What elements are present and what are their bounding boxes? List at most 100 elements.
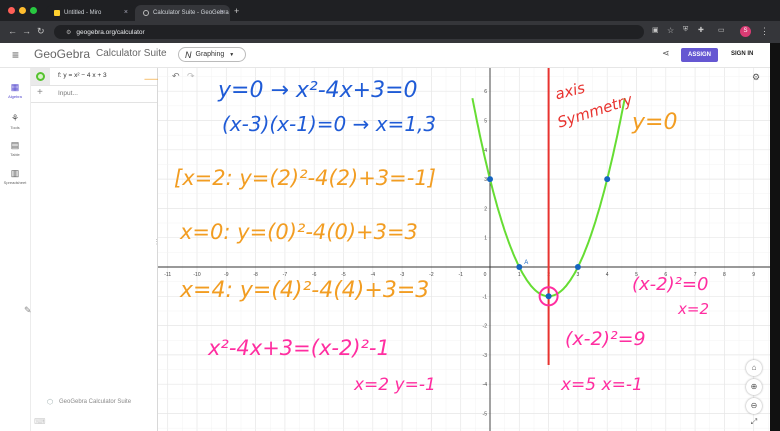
app-header: ≡ GeoGebra Calculator Suite N Graphing ▼… (0, 43, 770, 68)
note-pink-eq0: (x-2)²=0 (632, 274, 709, 295)
y-tick-label: -1 (483, 294, 488, 300)
tab-title: Calculator Suite - GeoGebra (153, 10, 229, 16)
geogebra-logo: GeoGebra (34, 47, 91, 61)
close-window-icon[interactable] (8, 7, 15, 14)
x-tick-label: 0 (484, 272, 487, 278)
note-pink-eq9: (x-2)²=9 (565, 328, 646, 350)
function-f[interactable]: f: y = x² − 4 x + 3 (58, 72, 107, 79)
x-tick-label: 1 (518, 272, 521, 278)
mode-selector[interactable]: N Graphing ▼ (178, 47, 246, 62)
hamburger-menu-icon[interactable]: ≡ (12, 48, 19, 62)
graphing-icon: N (185, 49, 192, 60)
y-tick-label: -5 (483, 412, 488, 418)
table-icon: ▤ (10, 140, 20, 150)
nav-algebra[interactable]: ▦ Algebra (0, 82, 30, 99)
tab-title: Untitled - Miro (64, 10, 102, 16)
nav-label: Algebra (8, 94, 22, 99)
close-tab-icon[interactable]: × (124, 9, 128, 16)
y-tick-label: 6 (484, 89, 487, 95)
nav-label: Spreadsheet (3, 180, 27, 185)
curve-point (574, 264, 581, 270)
nav-label: Tools (10, 125, 20, 130)
note-pink-solutions: x=5 x=-1 (561, 375, 643, 395)
curve-point (487, 176, 493, 183)
left-nav: ▦ Algebra ⚘ Tools ▤ Table ▥ Spreadsheet … (0, 68, 32, 431)
algebra-input[interactable]: Input... (58, 90, 78, 97)
chevron-down-icon: ▼ (229, 51, 235, 58)
share-icon[interactable]: ⋖ (662, 48, 670, 59)
calculator-icon: ▦ (10, 82, 20, 92)
y-tick-label: -2 (483, 324, 488, 330)
nav-label: Table (10, 152, 20, 157)
tab-geogebra[interactable]: Calculator Suite - GeoGebra × (135, 5, 230, 21)
keyboard-icon[interactable]: ⌨ (34, 417, 46, 426)
minimize-window-icon[interactable] (19, 7, 26, 14)
redo-icon[interactable]: ↷ (187, 71, 195, 82)
footer-text: GeoGebra Calculator Suite (59, 399, 132, 405)
app-name: Calculator Suite (96, 48, 167, 59)
tools-icon: ⚘ (10, 113, 20, 123)
x-tick-label: -2 (429, 272, 434, 278)
geogebra-app: ≡ GeoGebra Calculator Suite N Graphing ▼… (0, 43, 770, 431)
y-tick-label: -4 (483, 382, 488, 388)
note-pink-complete-square: x²-4x+3=(x-2)²-1 (208, 336, 390, 360)
add-icon[interactable]: + (37, 87, 43, 98)
profile-avatar[interactable]: S (740, 26, 751, 37)
y-tick-label: 5 (484, 119, 487, 125)
mode-label: Graphing (195, 51, 225, 58)
x-tick-label: 9 (752, 272, 755, 278)
y-tick-label: -3 (483, 353, 488, 359)
tab-miro[interactable]: Untitled - Miro × (46, 5, 134, 21)
geogebra-favicon-icon (143, 10, 149, 16)
miro-favicon-icon (54, 10, 60, 16)
visibility-toggle-icon[interactable] (36, 72, 45, 81)
curve-point (545, 293, 552, 300)
x-tick-label: 8 (723, 272, 726, 278)
spreadsheet-icon: ▥ (10, 168, 20, 178)
sidepanel-icon[interactable]: ▭ (718, 26, 725, 34)
algebra-panel: f: y = x² − 4 x + 3 ⸻ + Input... ⬡ GeoGe… (31, 68, 169, 431)
y-tick-label: 2 (484, 206, 487, 212)
point-label: A (524, 260, 528, 266)
page-scrollbar[interactable] (770, 43, 780, 431)
browser-menu-icon[interactable]: ⋮ (760, 26, 769, 37)
bookmark-star-icon[interactable]: ☆ (667, 26, 674, 35)
close-tab-icon[interactable]: × (220, 9, 224, 16)
y-tick-label: 3 (484, 177, 487, 183)
algebra-row-f[interactable]: f: y = x² − 4 x + 3 ⸻ (31, 68, 169, 86)
fullscreen-icon[interactable]: ⤢ (746, 417, 762, 429)
curve-point (604, 176, 611, 183)
note-blue-1: y=0 → x²-4x+3=0 (218, 78, 418, 103)
y-tick-label: 1 (484, 236, 487, 242)
tick-labels: -11-10-9-8-7-6-5-4-3-2-10123456789654321… (164, 89, 755, 417)
sign-in-button[interactable]: SIGN IN (731, 51, 753, 57)
note-orange-y0: y=0 (632, 110, 678, 135)
browser-tab-bar: Untitled - Miro × Calculator Suite - Geo… (0, 0, 780, 21)
x-tick-label: 4 (606, 272, 609, 278)
url-field[interactable]: ⚙ geogebra.org/calculator (54, 25, 644, 39)
maximize-window-icon[interactable] (30, 7, 37, 14)
zoom-in-icon[interactable]: ⊕ (746, 379, 762, 395)
algebra-input-row[interactable]: + Input... (31, 86, 157, 103)
undo-icon[interactable]: ↶ (172, 71, 180, 82)
back-icon[interactable]: ← (8, 26, 17, 36)
nav-tools[interactable]: ⚘ Tools (0, 113, 30, 130)
new-tab-button[interactable]: + (234, 6, 239, 16)
site-info-icon[interactable]: ⚙ (66, 29, 71, 36)
home-view-icon[interactable]: ⌂ (746, 360, 762, 376)
assign-button[interactable]: ASSIGN (681, 48, 718, 62)
extension-icon[interactable]: ▣ (652, 26, 659, 34)
graphics-view[interactable]: -11-10-9-8-7-6-5-4-3-2-10123456789654321… (138, 47, 770, 431)
shield-icon[interactable]: ⛨ (683, 26, 688, 34)
x-tick-label: 3 (577, 272, 580, 278)
zoom-out-icon[interactable]: ⊖ (746, 398, 762, 414)
nav-table[interactable]: ▤ Table (0, 140, 30, 157)
note-orange-3: x=4: y=(4)²-4(4)+3=3 (180, 278, 430, 303)
settings-gear-icon[interactable]: ⚙ (752, 72, 760, 83)
geogebra-footer-icon: ⬡ (47, 399, 54, 406)
reload-icon[interactable]: ↻ (37, 26, 45, 37)
nav-spreadsheet[interactable]: ▥ Spreadsheet (0, 168, 30, 185)
forward-icon[interactable]: → (22, 26, 31, 36)
puzzle-icon[interactable]: ✚ (698, 26, 704, 34)
note-blue-2: (x-3)(x-1)=0 → x=1,3 (222, 112, 437, 136)
